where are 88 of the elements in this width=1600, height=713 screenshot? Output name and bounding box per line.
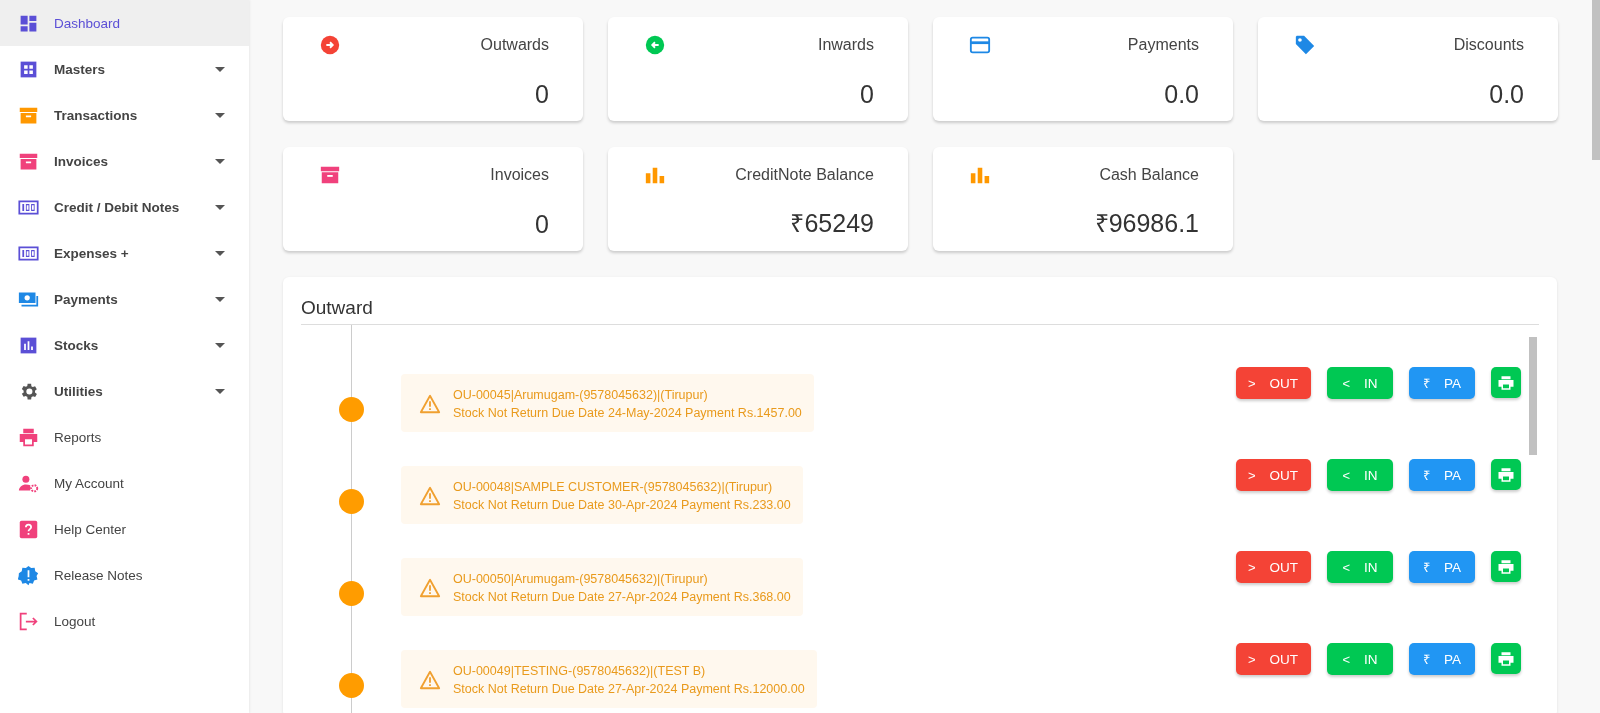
caret-icon: [215, 112, 225, 118]
caret-icon: [215, 158, 225, 164]
sidebar-item[interactable]: Credit / Debit Notes: [0, 184, 249, 230]
printer-icon: [1497, 649, 1515, 668]
out-button[interactable]: > OUT: [1236, 367, 1311, 399]
sidebar-label: Release Notes: [54, 567, 144, 583]
sidebar-item[interactable]: Invoices: [0, 138, 249, 184]
stat-label: Invoices: [490, 166, 549, 184]
printer-icon: [18, 426, 39, 448]
timeline-dot: [339, 489, 364, 514]
sidebar-label: Reports: [54, 429, 103, 445]
stat-value: 0: [860, 80, 874, 109]
alert-title: OU-00048|SAMPLE CUSTOMER-(9578045632)|(Tirupur): [453, 480, 774, 494]
sidebar-item[interactable]: Stocks: [0, 322, 249, 368]
sidebar-item[interactable]: Expenses +: [0, 230, 249, 276]
alert-detail: Stock Not Return Due Date 24-May-2024 Payment Rs.1457.00: [453, 406, 802, 420]
sidebar-item[interactable]: Logout: [0, 598, 249, 644]
sidebar-item[interactable]: Dashboard: [0, 0, 249, 46]
printer-icon: [1497, 373, 1515, 392]
alert-detail: Stock Not Return Due Date 27-Apr-2024 Payment Rs.368.00: [453, 590, 791, 604]
sidebar-item[interactable]: Transactions: [0, 92, 249, 138]
sidebar-label: Payments: [54, 291, 119, 307]
tag-icon: [1294, 34, 1316, 56]
stat-value: ₹96986.1: [1094, 208, 1199, 239]
sidebar-label: Masters: [54, 61, 107, 77]
warning-icon: [419, 485, 441, 507]
warning-icon: [419, 577, 441, 599]
out-button[interactable]: > OUT: [1236, 551, 1311, 583]
printer-icon: [1497, 557, 1515, 576]
sidebar-label: My Account: [54, 475, 125, 491]
sidebar-item[interactable]: Masters: [0, 46, 249, 92]
panel-title: Outward: [301, 297, 1539, 325]
caret-icon: [215, 66, 225, 72]
stat-value: ₹65249: [790, 208, 874, 239]
warning-icon: [419, 393, 441, 415]
sidebar-label: Credit / Debit Notes: [54, 199, 181, 215]
stat-label: Discounts: [1453, 36, 1524, 54]
caret-icon: [215, 388, 225, 394]
alert-title: OU-00045|Arumugam-(9578045632)|(Tirupur): [453, 388, 709, 402]
caret-icon: [215, 204, 225, 210]
sidebar-item[interactable]: My Account: [0, 460, 249, 506]
print-button[interactable]: [1491, 367, 1521, 398]
print-button[interactable]: [1491, 551, 1521, 582]
warning-icon: [419, 669, 441, 691]
caret-icon: [215, 296, 225, 302]
arrow-left-icon: [644, 34, 666, 56]
stat-value: 0: [535, 210, 549, 239]
caret-icon: [215, 342, 225, 348]
alert-badge-icon: [18, 564, 39, 586]
alert-title: OU-00050|Arumugam-(9578045632)|(Tirupur): [453, 572, 709, 586]
sidebar-label: Expenses +: [54, 245, 130, 261]
alert-title: OU-00049|TESTING-(9578045632)|(TEST B): [453, 664, 707, 678]
logout-icon: [18, 610, 39, 632]
help-icon: [18, 518, 39, 540]
sidebar-label: Help Center: [54, 521, 128, 537]
arrow-right-icon: [319, 34, 341, 56]
print-button[interactable]: [1491, 459, 1521, 490]
archive-icon: [319, 164, 341, 186]
stat-label: CreditNote Balance: [735, 166, 874, 184]
sidebar-item[interactable]: Help Center: [0, 506, 249, 552]
sidebar-label: Invoices: [54, 153, 110, 169]
alert-detail: Stock Not Return Due Date 27-Apr-2024 Payment Rs.12000.00: [453, 682, 805, 696]
out-button[interactable]: > OUT: [1236, 643, 1311, 675]
stat-label: Inwards: [817, 36, 874, 54]
timeline-dot: [339, 581, 364, 606]
printer-icon: [1497, 465, 1515, 484]
timeline-dot: [339, 397, 364, 422]
stat-value: 0: [535, 80, 549, 109]
alert-detail: Stock Not Return Due Date 30-Apr-2024 Payment Rs.233.00: [453, 498, 791, 512]
timeline-dot: [339, 673, 364, 698]
stat-label: Payments: [1127, 36, 1199, 54]
out-button[interactable]: > OUT: [1236, 459, 1311, 491]
caret-icon: [215, 250, 225, 256]
stat-value: 0.0: [1164, 80, 1199, 109]
sidebar-label: Stocks: [54, 337, 100, 353]
sidebar-item[interactable]: Release Notes: [0, 552, 249, 598]
sidebar-label: Transactions: [54, 107, 139, 123]
stat-value: 0.0: [1489, 80, 1524, 109]
sidebar-item[interactable]: Payments: [0, 276, 249, 322]
print-button[interactable]: [1491, 643, 1521, 674]
credit-card-icon: [969, 34, 991, 56]
sidebar-item[interactable]: Reports: [0, 414, 249, 460]
sidebar-label: Dashboard: [54, 15, 122, 31]
sidebar-label: Logout: [54, 613, 97, 629]
stat-label: Outwards: [480, 36, 549, 54]
sidebar-label: Utilities: [54, 383, 104, 399]
stat-label: Cash Balance: [1099, 166, 1199, 184]
sidebar-item[interactable]: Utilities: [0, 368, 249, 414]
